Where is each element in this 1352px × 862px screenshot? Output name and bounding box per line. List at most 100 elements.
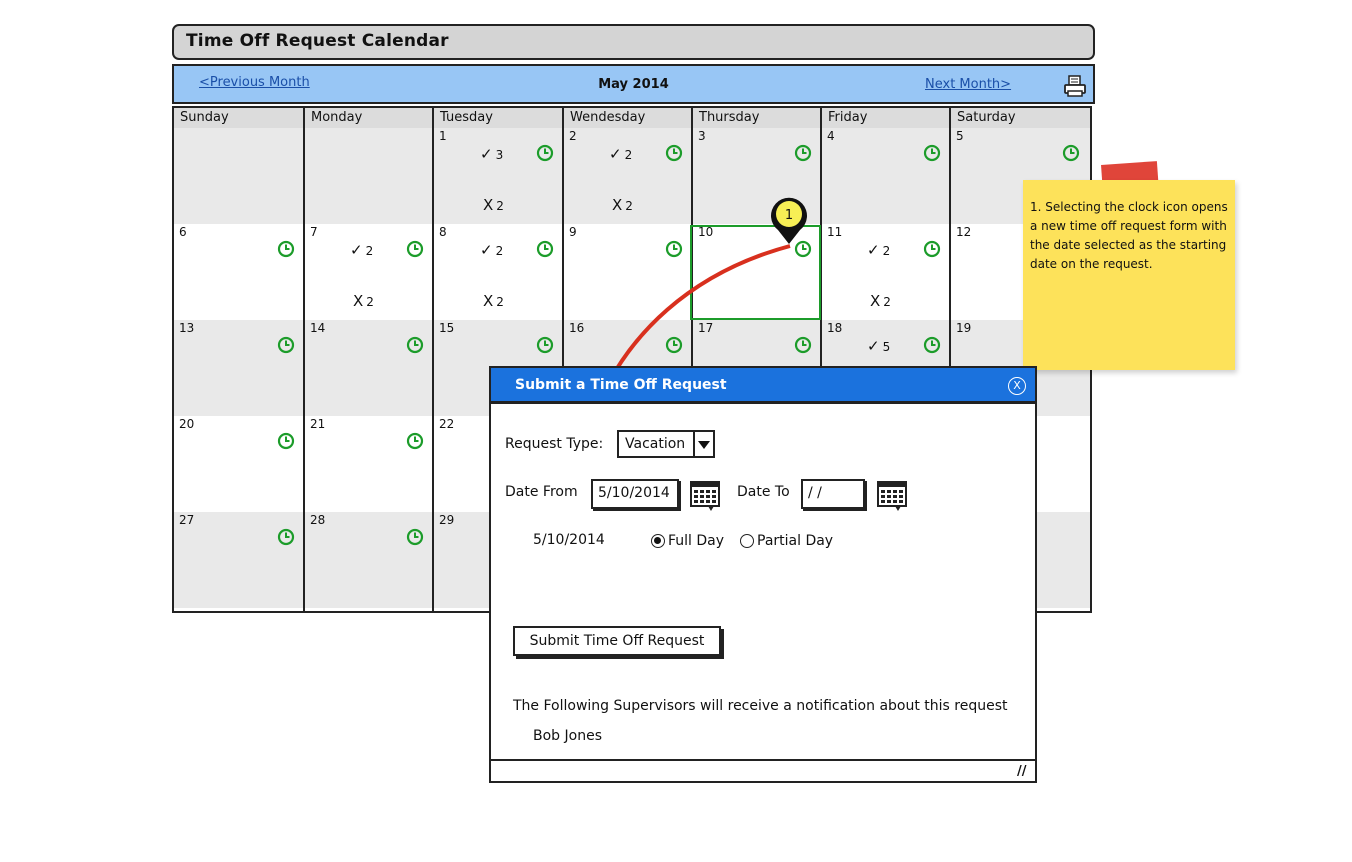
dialog-status-bar xyxy=(491,759,1035,761)
clock-icon[interactable] xyxy=(1062,144,1080,162)
clock-icon[interactable] xyxy=(665,336,683,354)
checkmark-icon: ✓ xyxy=(480,241,493,259)
calendar-day-cell[interactable]: 14 xyxy=(305,320,434,416)
clock-icon[interactable] xyxy=(794,144,812,162)
partial-day-label: Partial Day xyxy=(757,533,834,549)
approved-number: 2 xyxy=(365,244,374,258)
approved-number: 3 xyxy=(495,148,504,162)
day-header: Saturday xyxy=(957,110,1016,125)
day-number: 16 xyxy=(569,321,585,335)
clock-icon[interactable] xyxy=(794,336,812,354)
calendar-day-cell[interactable]: 21 xyxy=(305,416,434,512)
day-number: 12 xyxy=(956,225,972,239)
date-from-field[interactable]: 5/10/2014 xyxy=(591,479,679,509)
denied-number: 2 xyxy=(625,199,633,213)
denied-number: 2 xyxy=(883,295,891,309)
clock-icon[interactable] xyxy=(406,528,424,546)
day-number: 27 xyxy=(179,513,195,527)
calendar-day-cell[interactable]: 1 ✓ 3 X 2 xyxy=(434,128,564,224)
time-off-request-dialog: Submit a Time Off Request X Request Type… xyxy=(489,366,1037,783)
calendar-day-cell[interactable]: 28 xyxy=(305,512,434,608)
checkmark-icon: ✓ xyxy=(867,241,880,259)
request-type-label: Request Type: xyxy=(505,436,604,452)
date-to-label: Date To xyxy=(737,484,790,500)
clock-icon[interactable] xyxy=(536,336,554,354)
calendar-day-cell[interactable]: 20 xyxy=(174,416,305,512)
sticky-note-text: 1. Selecting the clock icon opens a new … xyxy=(1030,200,1228,271)
full-day-radio[interactable] xyxy=(651,534,665,548)
calendar-picker-icon[interactable] xyxy=(877,480,907,512)
clock-icon[interactable] xyxy=(923,336,941,354)
day-number: 5 xyxy=(956,129,964,143)
calendar-day-cell[interactable]: 7 ✓ 2 X 2 xyxy=(305,224,434,320)
calendar-day-cell[interactable] xyxy=(174,128,305,224)
calendar-picker-icon[interactable] xyxy=(690,480,720,512)
approved-count: ✓ 5 xyxy=(867,337,890,355)
checkmark-icon: ✓ xyxy=(867,337,880,355)
calendar-day-cell[interactable]: 9 xyxy=(564,224,693,320)
day-header: Friday xyxy=(828,110,868,125)
x-icon: X xyxy=(870,292,881,310)
date-to-field[interactable]: / / xyxy=(801,479,865,509)
printer-icon[interactable] xyxy=(1064,75,1086,97)
supervisors-notice: The Following Supervisors will receive a… xyxy=(513,698,1008,714)
marker-number: 1 xyxy=(785,208,793,223)
clock-icon[interactable] xyxy=(406,336,424,354)
checkmark-icon: ✓ xyxy=(609,145,622,163)
day-number: 8 xyxy=(439,225,447,239)
next-month-link[interactable]: Next Month> xyxy=(925,77,1011,92)
checkmark-icon: ✓ xyxy=(480,145,493,163)
window-title: Time Off Request Calendar xyxy=(172,24,1095,60)
clock-icon[interactable] xyxy=(665,144,683,162)
clock-icon[interactable] xyxy=(277,528,295,546)
clock-icon[interactable] xyxy=(536,240,554,258)
denied-count: X2 xyxy=(483,196,504,214)
chevron-down-icon[interactable] xyxy=(693,432,713,456)
day-number: 3 xyxy=(698,129,706,143)
day-number: 18 xyxy=(827,321,843,335)
approved-count: ✓ 2 xyxy=(480,241,503,259)
clock-icon[interactable] xyxy=(536,144,554,162)
month-navigation: <Previous Month May 2014 Next Month> xyxy=(172,64,1095,104)
day-number: 21 xyxy=(310,417,326,431)
clock-icon[interactable] xyxy=(406,432,424,450)
clock-icon[interactable] xyxy=(923,144,941,162)
approved-count: ✓ 2 xyxy=(350,241,373,259)
calendar-day-cell[interactable]: 27 xyxy=(174,512,305,608)
day-number: 22 xyxy=(439,417,455,431)
partial-day-radio[interactable] xyxy=(740,534,754,548)
calendar-day-cell[interactable]: 6 xyxy=(174,224,305,320)
calendar-day-cell[interactable] xyxy=(305,128,434,224)
day-number: 7 xyxy=(310,225,318,239)
day-number: 11 xyxy=(827,225,843,239)
denied-count: X2 xyxy=(612,196,633,214)
clock-icon[interactable] xyxy=(277,240,295,258)
submit-time-off-request-button[interactable]: Submit Time Off Request xyxy=(513,626,721,656)
approved-count: ✓ 2 xyxy=(867,241,890,259)
clock-icon[interactable] xyxy=(406,240,424,258)
sticky-note: 1. Selecting the clock icon opens a new … xyxy=(1023,180,1235,370)
close-icon[interactable]: X xyxy=(1008,377,1026,395)
calendar-day-cell[interactable]: 2 ✓ 2 X 2 xyxy=(564,128,693,224)
day-header: Tuesday xyxy=(440,110,493,125)
calendar-day-cell[interactable]: 4 xyxy=(822,128,951,224)
clock-icon[interactable] xyxy=(277,336,295,354)
day-number: 13 xyxy=(179,321,195,335)
clock-icon[interactable] xyxy=(923,240,941,258)
day-number: 20 xyxy=(179,417,195,431)
calendar-day-cell[interactable]: 8 ✓ 2 X 2 xyxy=(434,224,564,320)
x-icon: X xyxy=(353,292,364,310)
calendar-day-cell[interactable]: 11 ✓ 2 X 2 xyxy=(822,224,951,320)
request-type-select[interactable]: Vacation xyxy=(617,430,715,458)
clock-icon[interactable] xyxy=(665,240,683,258)
day-number: 14 xyxy=(310,321,326,335)
approved-count: ✓ 3 xyxy=(480,145,503,163)
selected-date-text: 5/10/2014 xyxy=(533,532,605,548)
denied-count: X2 xyxy=(483,292,504,310)
day-header: Monday xyxy=(311,110,363,125)
calendar-day-cell[interactable]: 13 xyxy=(174,320,305,416)
request-type-value: Vacation xyxy=(625,436,686,452)
resize-grip-icon[interactable]: // xyxy=(1017,764,1027,779)
dialog-title: Submit a Time Off Request xyxy=(491,368,1035,404)
clock-icon[interactable] xyxy=(277,432,295,450)
